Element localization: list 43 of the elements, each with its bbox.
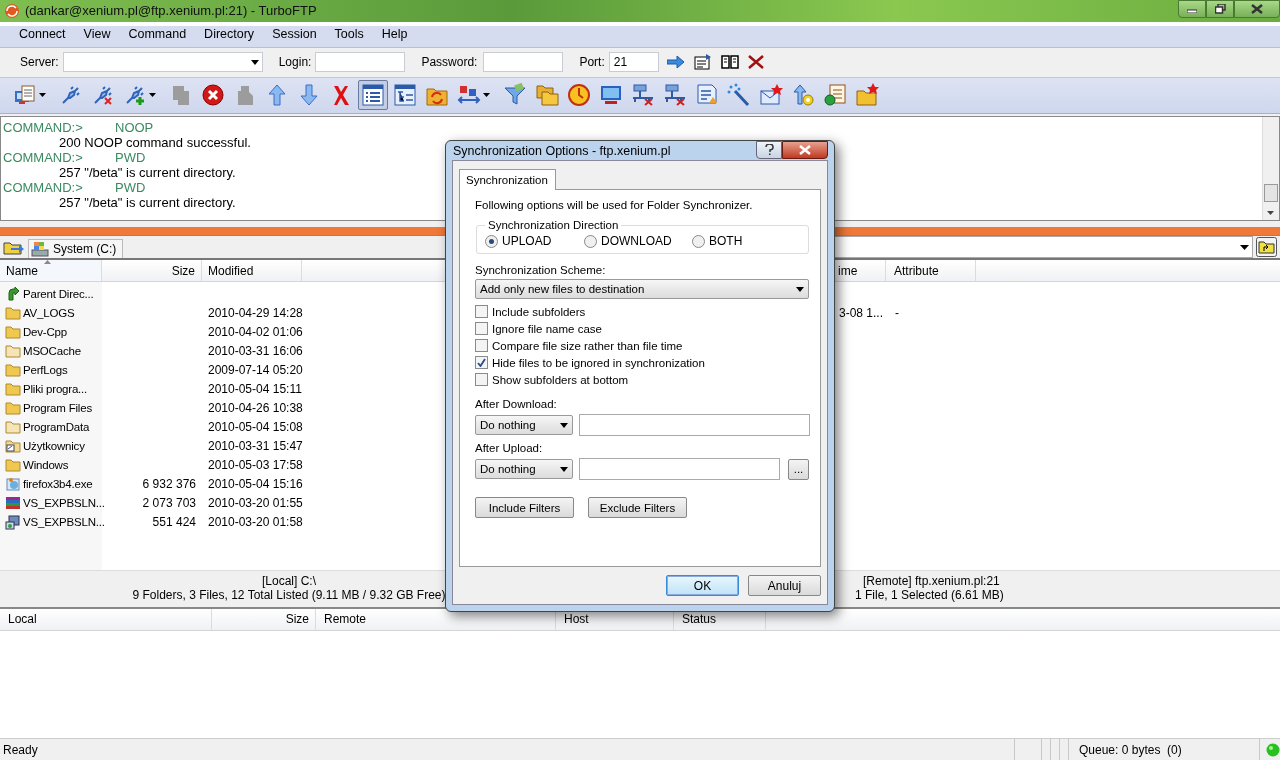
status-text: 1 File, 1 Selected (6.61 MB): [855, 587, 1004, 602]
file-date: 2010-05-03 17:58: [208, 457, 303, 472]
status-text: [Remote] ftp.xenium.pl:21: [863, 573, 1000, 588]
file-size: 6 932 376: [142, 476, 196, 491]
file-date: 2010-03-31 15:47: [208, 438, 303, 453]
port-label: Port:: [579, 55, 605, 70]
status-text: Ready: [3, 742, 38, 757]
log-command: PWD: [115, 149, 146, 165]
file-date: 2010-03-20 01:55: [208, 495, 303, 510]
file-size: 2 073 703: [142, 495, 196, 510]
file-date: 2010-04-02 01:06: [208, 324, 303, 339]
file-date: 2010-04-29 14:28: [208, 305, 303, 320]
file-date: 2010-05-04 15:11: [208, 381, 302, 396]
server-label: Server:: [20, 55, 59, 70]
log-command-label: COMMAND:>: [3, 119, 84, 135]
window-title: (dankar@xenium.pl@ftp.xenium.pl:21) - TurboFTP: [25, 3, 317, 19]
scheme-label: Synchronization Scheme:: [475, 264, 607, 276]
file-attribute: -: [895, 305, 899, 320]
log-response: 257 "/beta" is current directory.: [59, 164, 236, 180]
login-label: Login:: [278, 55, 312, 70]
file-date: 2010-05-04 15:16: [208, 476, 303, 491]
log-response: 200 NOOP command successful.: [59, 134, 251, 150]
file-date: 3-08 1...: [839, 305, 885, 320]
dialog-title: Synchronization Options - ftp.xenium.pl: [453, 143, 671, 158]
log-command: NOOP: [115, 119, 154, 135]
file-date: 2010-03-31 16:06: [208, 343, 303, 358]
password-label: Password:: [421, 55, 478, 70]
log-response: 257 "/beta" is current directory.: [59, 194, 236, 210]
file-date: 2009-07-14 05:20: [208, 362, 303, 377]
status-text: [Local] C:\: [262, 573, 316, 588]
file-date: 2010-05-04 15:08: [208, 419, 303, 434]
status-text: 9 Folders, 3 Files, 12 Total Listed (9.11 MB / 9.32 GB Free): [132, 587, 446, 602]
file-date: 2010-04-26 10:38: [208, 400, 303, 415]
log-command-label: COMMAND:>: [3, 149, 84, 165]
group-legend: Synchronization Direction: [485, 219, 622, 231]
log-command: PWD: [115, 179, 146, 195]
queue-status: Queue: 0 bytes (0): [1079, 742, 1183, 757]
log-command-label: COMMAND:>: [3, 179, 84, 195]
file-date: 2010-03-20 01:58: [208, 514, 303, 529]
after-upload-label: After Upload:: [475, 442, 544, 454]
intro-text: Following options will be used for Folder Synchronizer.: [475, 199, 754, 211]
file-size: 551 424: [152, 514, 196, 529]
after-download-label: After Download:: [475, 398, 558, 410]
